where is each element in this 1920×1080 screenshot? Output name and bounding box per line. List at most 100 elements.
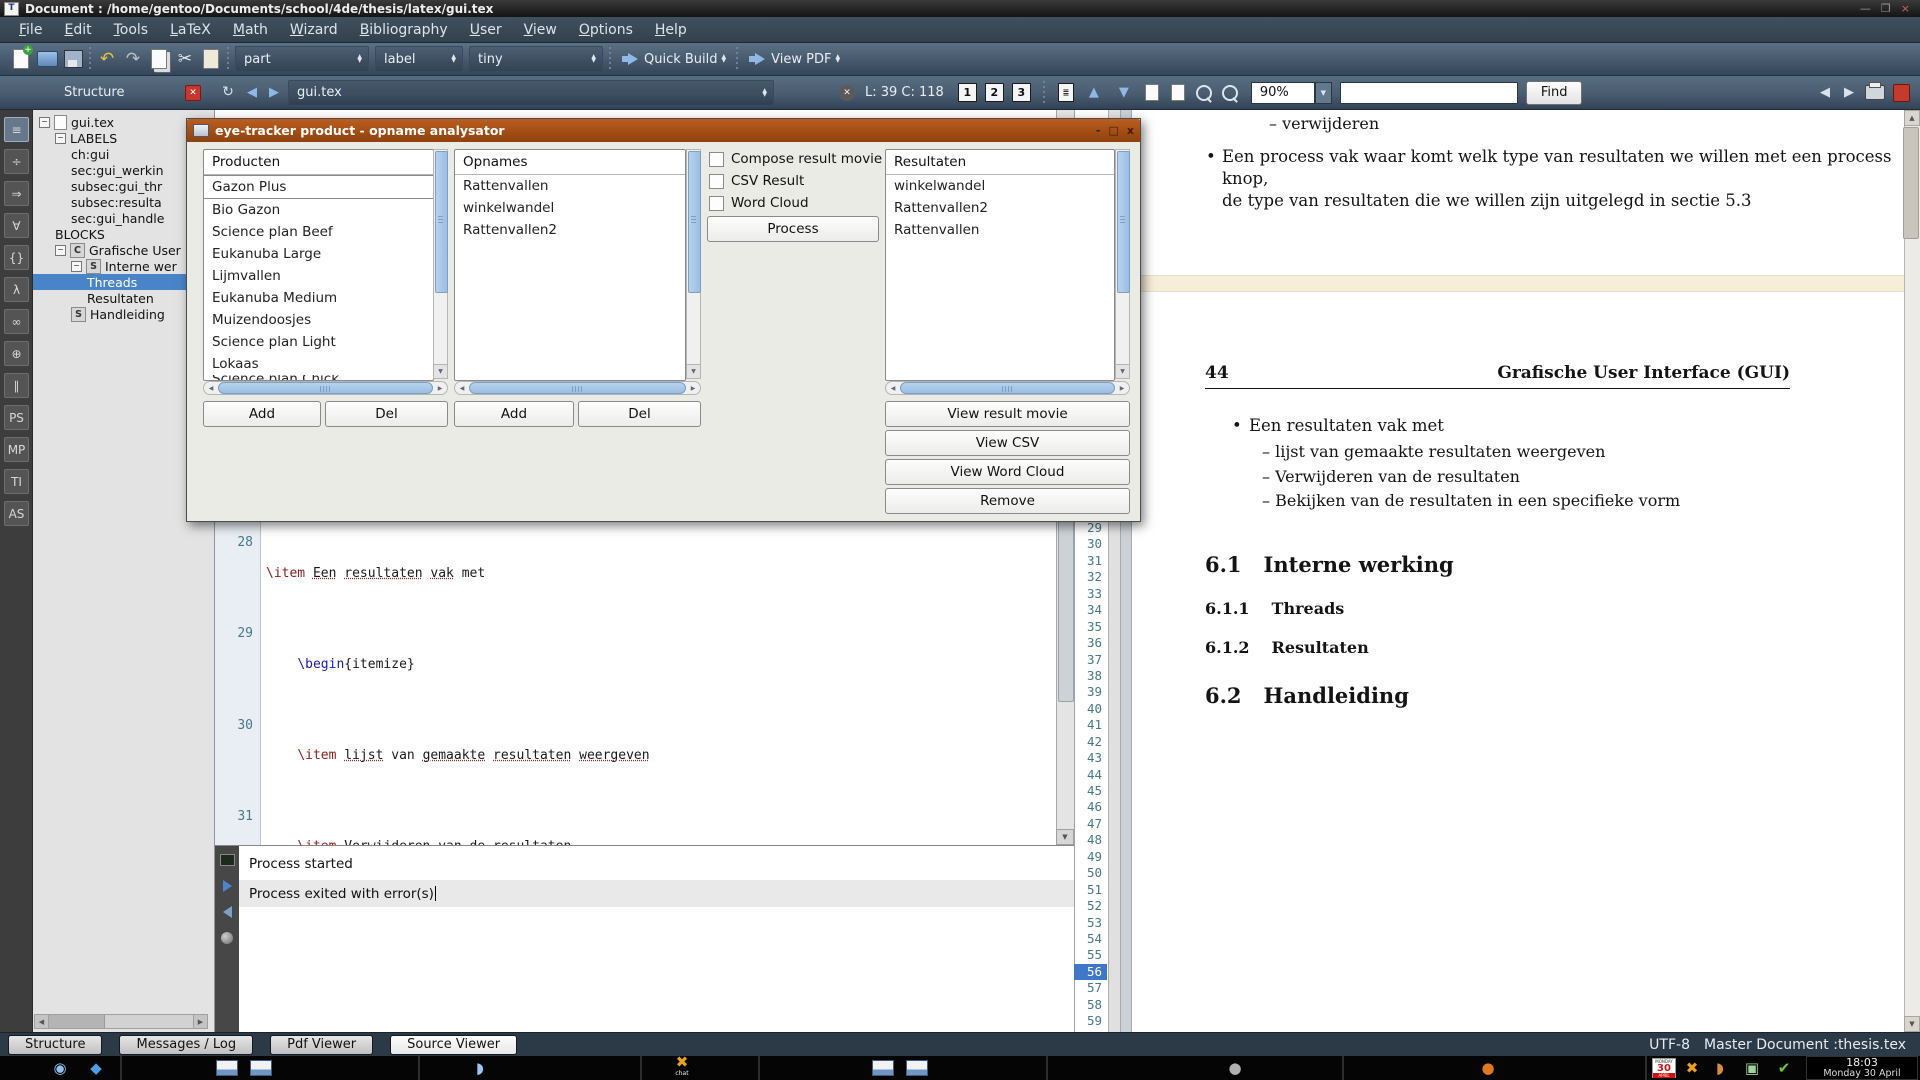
window-button[interactable] bbox=[872, 1060, 894, 1076]
symbol-panel-icon[interactable]: ⇒ bbox=[4, 181, 29, 206]
bookmark-number-button[interactable]: 2 bbox=[985, 83, 1004, 102]
taskbar-icon[interactable]: ◉ bbox=[50, 1058, 70, 1078]
reference-combobox[interactable]: label▲▼ bbox=[375, 46, 463, 72]
quick-build-dropdown-icon[interactable]: ▲▼ bbox=[722, 55, 727, 63]
document-combobox[interactable]: gui.tex▲▼ bbox=[288, 80, 774, 106]
scroll-left-icon[interactable]: ◀ bbox=[204, 382, 218, 394]
symbol-panel-icon[interactable]: TI bbox=[4, 469, 29, 494]
expander-icon[interactable]: − bbox=[55, 245, 66, 256]
expander-icon[interactable]: − bbox=[39, 117, 50, 128]
menu-item[interactable]: Edit bbox=[53, 20, 102, 40]
producten-hscrollbar[interactable]: ◀ ▶ bbox=[203, 381, 448, 395]
menu-item[interactable]: User bbox=[459, 20, 513, 40]
globe-icon[interactable] bbox=[221, 932, 233, 944]
dialog-minimize-icon[interactable]: - bbox=[1096, 124, 1101, 137]
block-format-icon[interactable]: ≣ bbox=[1054, 81, 1078, 105]
pdf-tool-icon[interactable] bbox=[1893, 84, 1910, 102]
symbol-panel-icon[interactable]: {} bbox=[4, 245, 29, 270]
zoom-level-combobox[interactable]: 90% bbox=[1251, 82, 1315, 104]
scroll-up-icon[interactable]: ▲ bbox=[1904, 110, 1920, 126]
producten-scrollbar[interactable]: ▼ bbox=[433, 149, 448, 379]
resultaten-listbox[interactable]: Resultaten winkelwandelRattenvallen2Ratt… bbox=[885, 149, 1115, 381]
log-pane[interactable]: Process started Process exited with erro… bbox=[215, 845, 1074, 1032]
view-tab[interactable]: Structure bbox=[8, 1035, 102, 1055]
tray-icon[interactable]: ✔ bbox=[1774, 1058, 1794, 1078]
list-item[interactable]: Rattenvallen bbox=[455, 175, 685, 197]
word-cloud-checkbox[interactable]: Word Cloud bbox=[709, 194, 809, 212]
list-item[interactable]: Science plan Light bbox=[204, 331, 433, 353]
symbol-panel-icon[interactable]: AS bbox=[4, 501, 29, 526]
menu-item[interactable]: File bbox=[8, 20, 53, 40]
view-csv-button[interactable]: View CSV bbox=[885, 430, 1130, 456]
menu-item[interactable]: LaTeX bbox=[159, 20, 222, 40]
tray-icon[interactable]: ✖ bbox=[1682, 1058, 1702, 1078]
menu-item[interactable]: Tools bbox=[103, 20, 160, 40]
list-item[interactable]: Lijmvallen bbox=[204, 265, 433, 287]
scroll-down-icon[interactable]: ▼ bbox=[434, 364, 447, 378]
view-pdf-button[interactable]: View PDF bbox=[771, 52, 831, 67]
list-item[interactable]: Eukanuba Medium bbox=[204, 287, 433, 309]
window-button[interactable] bbox=[906, 1060, 928, 1076]
forward-icon[interactable]: ▶ bbox=[269, 85, 279, 100]
symbol-panel-icon[interactable]: ÷ bbox=[4, 149, 29, 174]
next-document-icon[interactable] bbox=[1166, 81, 1190, 105]
bookmark-number-button[interactable]: 3 bbox=[1012, 83, 1031, 102]
zoom-dropdown-icon[interactable]: ▼ bbox=[1315, 82, 1332, 104]
opnames-add-button[interactable]: Add bbox=[454, 401, 574, 427]
close-document-icon[interactable]: ✕ bbox=[839, 85, 855, 101]
list-item[interactable]: Lokaas bbox=[204, 353, 433, 375]
view-tab[interactable]: Source Viewer bbox=[390, 1035, 517, 1055]
opnames-del-button[interactable]: Del bbox=[578, 401, 701, 427]
checkbox-icon[interactable] bbox=[709, 174, 724, 189]
maximize-icon[interactable]: ❐ bbox=[1881, 2, 1891, 15]
list-item[interactable]: Rattenvallen2 bbox=[886, 197, 1114, 219]
cut-icon[interactable]: ✂ bbox=[173, 47, 197, 71]
symbol-panel-icon[interactable]: PS bbox=[4, 405, 29, 430]
list-item[interactable]: Eukanuba Large bbox=[204, 243, 433, 265]
previous-document-icon[interactable] bbox=[1140, 81, 1164, 105]
taskbar-icon[interactable]: ◆ bbox=[86, 1058, 106, 1078]
scroll-right-icon[interactable]: ▶ bbox=[1115, 382, 1129, 394]
console-icon[interactable] bbox=[220, 854, 235, 866]
scroll-left-icon[interactable]: ◀ bbox=[35, 1015, 49, 1028]
calendar-icon[interactable]: MONDAY 30 APRIL bbox=[1652, 1058, 1676, 1078]
list-item[interactable]: Rattenvallen2 bbox=[455, 219, 685, 241]
process-button[interactable]: Process bbox=[707, 216, 879, 242]
list-item[interactable]: Bio Gazon bbox=[204, 199, 433, 221]
copy-icon[interactable] bbox=[147, 47, 171, 71]
menu-item[interactable]: View bbox=[513, 20, 568, 40]
opnames-hscrollbar[interactable]: ◀ ▶ bbox=[454, 381, 701, 395]
zoom-in-icon[interactable] bbox=[1196, 85, 1212, 101]
view-tab[interactable]: Pdf Viewer bbox=[270, 1035, 373, 1055]
fontsize-combobox[interactable]: tiny▲▼ bbox=[469, 46, 603, 72]
remove-button[interactable]: Remove bbox=[885, 488, 1130, 514]
taskbar-icon[interactable]: ◗ bbox=[470, 1058, 490, 1078]
scrollbar-thumb[interactable] bbox=[218, 382, 433, 394]
close-icon[interactable]: × bbox=[1901, 2, 1910, 15]
scrollbar-thumb[interactable] bbox=[1903, 127, 1919, 239]
scrollbar-thumb[interactable] bbox=[469, 382, 686, 394]
minimize-icon[interactable]: — bbox=[1860, 2, 1871, 15]
menu-item[interactable]: Math bbox=[222, 20, 279, 40]
taskbar-icon[interactable]: ✖ chat bbox=[672, 1058, 692, 1078]
open-document-icon[interactable] bbox=[35, 47, 59, 71]
scroll-right-icon[interactable]: ▶ bbox=[686, 382, 700, 394]
reload-icon[interactable]: ↻ bbox=[216, 81, 240, 105]
scroll-left-icon[interactable]: ◀ bbox=[886, 382, 900, 394]
expander-icon[interactable]: − bbox=[71, 261, 82, 272]
scroll-down-icon[interactable]: ▼ bbox=[1116, 364, 1129, 378]
dialog-maximize-icon[interactable]: □ bbox=[1108, 124, 1118, 137]
undo-icon[interactable]: ↶ bbox=[95, 47, 119, 71]
tree-horizontal-scrollbar[interactable]: ◀ ▶ bbox=[34, 1014, 208, 1029]
menu-item[interactable]: Bibliography bbox=[349, 20, 459, 40]
list-item[interactable]: winkelwandel bbox=[455, 197, 685, 219]
symbol-panel-icon[interactable]: ∀ bbox=[4, 213, 29, 238]
scroll-right-icon[interactable]: ▶ bbox=[433, 382, 447, 394]
dialog-titlebar[interactable]: eye-tracker product - opname analysator … bbox=[187, 119, 1140, 142]
quick-build-icon[interactable] bbox=[615, 47, 639, 71]
new-document-icon[interactable]: + bbox=[9, 47, 33, 71]
window-button[interactable] bbox=[250, 1060, 272, 1076]
scroll-down-icon[interactable]: ▼ bbox=[1056, 829, 1074, 845]
scroll-up-icon[interactable]: ▲ bbox=[1089, 85, 1099, 100]
symbol-panel-icon[interactable]: ∞ bbox=[4, 309, 29, 334]
